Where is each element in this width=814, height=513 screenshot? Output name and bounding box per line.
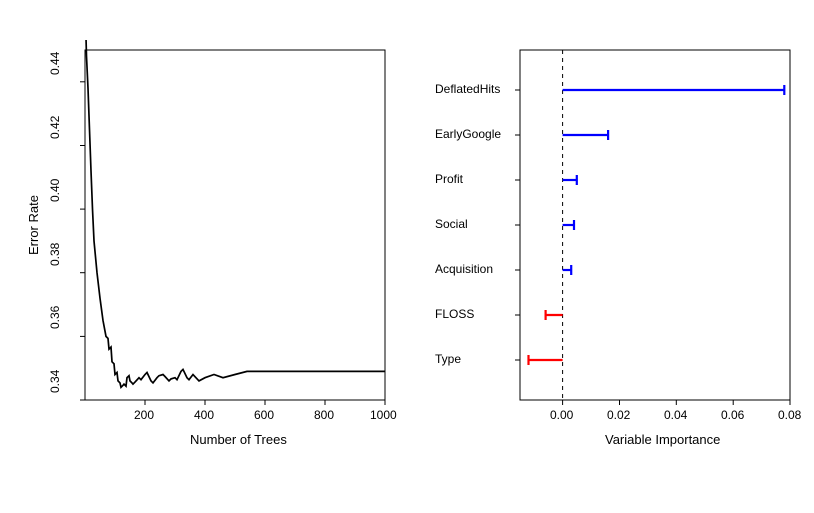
xtick-label: 800 [314, 408, 334, 422]
var-label: Social [435, 217, 468, 231]
ytick-label: 0.40 [48, 179, 62, 202]
error-rate-plot [50, 40, 395, 440]
xtick-label: 600 [254, 408, 274, 422]
var-label: Profit [435, 172, 463, 186]
xtick-label: 0.02 [607, 408, 630, 422]
var-label: DeflatedHits [435, 82, 500, 96]
y-axis-label-left: Error Rate [26, 195, 41, 255]
xtick-label: 200 [134, 408, 154, 422]
ytick-label: 0.34 [48, 370, 62, 393]
var-label: Acquisition [435, 262, 493, 276]
xtick-label: 0.06 [721, 408, 744, 422]
ytick-label: 0.38 [48, 243, 62, 266]
var-label: FLOSS [435, 307, 474, 321]
xtick-label: 0.04 [664, 408, 687, 422]
ytick-label: 0.44 [48, 52, 62, 75]
var-label: EarlyGoogle [435, 127, 501, 141]
varimp-plot [430, 40, 800, 440]
xtick-label: 400 [194, 408, 214, 422]
xtick-label: 0.00 [550, 408, 573, 422]
left-chart-panel: 0.34 0.36 0.38 0.40 0.42 0.44 200 400 60… [50, 40, 395, 440]
ytick-label: 0.42 [48, 116, 62, 139]
xtick-label: 0.08 [778, 408, 801, 422]
x-axis-label-right: Variable Importance [605, 432, 720, 447]
right-chart-panel: DeflatedHits EarlyGoogle Profit Social A… [430, 40, 800, 440]
ytick-label: 0.36 [48, 306, 62, 329]
var-label: Type [435, 352, 461, 366]
x-axis-label-left: Number of Trees [190, 432, 287, 447]
xtick-label: 1000 [370, 408, 397, 422]
